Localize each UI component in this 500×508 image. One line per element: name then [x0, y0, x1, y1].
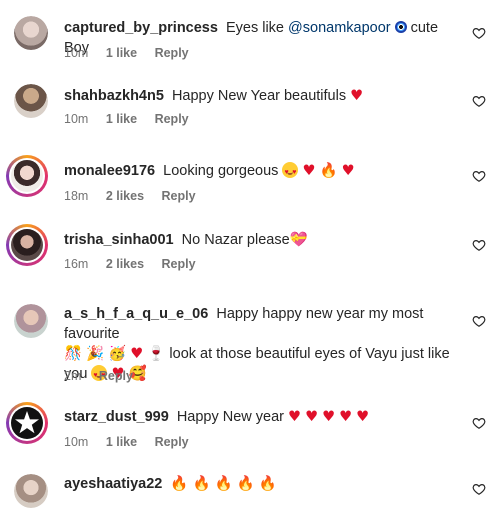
avatar[interactable] [14, 304, 48, 338]
red-heart-emoji: ♥ [350, 88, 364, 104]
avatar[interactable] [6, 402, 48, 444]
comment-username[interactable]: shahbazkh4n5 [64, 88, 164, 104]
comment-time: 16m [64, 257, 89, 271]
red-heart-emoji: ♥ [322, 409, 336, 425]
party-face-emoji: 🥳 [108, 346, 127, 362]
comment-mention[interactable]: @sonamkapoor [288, 20, 391, 36]
comment-text: No Nazar please [181, 232, 290, 248]
heart-outline-icon[interactable] [472, 169, 486, 183]
comment-text: look at those beautiful eyes of Vayu jus… [169, 346, 450, 362]
star-icon [15, 411, 39, 434]
reply-button[interactable]: Reply [155, 435, 189, 449]
comment-text: Looking gorgeous [163, 163, 279, 179]
heart-ribbon-emoji: 💝 [289, 232, 308, 248]
heart-outline-icon[interactable] [472, 238, 486, 252]
avatar[interactable] [14, 16, 48, 50]
comment-time: 2m [64, 369, 82, 383]
reply-button[interactable]: Reply [155, 112, 189, 126]
fire-emoji: 🔥 [319, 163, 338, 179]
comment-time: 10m [64, 435, 89, 449]
reply-button[interactable]: Reply [162, 257, 196, 271]
comment-text: Happy New year [176, 409, 284, 425]
fire-emoji: 🔥 [236, 476, 255, 492]
heart-outline-icon[interactable] [472, 314, 486, 328]
wine-glass-emoji: 🍷 [147, 346, 166, 362]
avatar[interactable] [6, 224, 48, 266]
reply-button[interactable]: Reply [162, 189, 196, 203]
heart-outline-icon[interactable] [472, 416, 486, 430]
party-popper-emoji: 🎉 [86, 346, 105, 362]
avatar[interactable] [14, 84, 48, 118]
avatar[interactable] [6, 155, 48, 197]
comment-time: 10m [64, 112, 89, 126]
red-heart-emoji: ♥ [356, 409, 370, 425]
heart-outline-icon[interactable] [472, 94, 486, 108]
fire-emoji: 🔥 [192, 476, 211, 492]
comment-username[interactable]: ayeshaatiya22 [64, 476, 162, 492]
avatar[interactable] [14, 474, 48, 508]
heart-outline-icon[interactable] [472, 26, 486, 40]
comment-likes[interactable]: 1 like [106, 112, 137, 126]
comment-meta: 10m 1 like Reply [64, 435, 203, 449]
comment-username[interactable]: trisha_sinha001 [64, 232, 174, 248]
comment-text: Happy New Year beautifuls [171, 88, 347, 104]
red-heart-emoji: ♥ [130, 346, 144, 362]
heart-outline-icon[interactable] [472, 482, 486, 496]
red-heart-emoji: ♥ [341, 163, 355, 179]
comment-meta: 16m 2 likes Reply [64, 257, 210, 271]
fire-emoji: 🔥 [214, 476, 233, 492]
comment-likes[interactable]: 2 likes [106, 257, 144, 271]
comment-likes[interactable]: 1 like [106, 435, 137, 449]
red-heart-emoji: ♥ [302, 163, 316, 179]
comment-time: 10m [64, 46, 89, 60]
comment-username[interactable]: a_s_h_f_a_q_u_e_06 [64, 306, 208, 322]
comment-username[interactable]: captured_by_princess [64, 20, 218, 36]
celebration-emoji: 🎊 [64, 346, 83, 362]
comment-meta: 10m 1 like Reply [64, 46, 203, 60]
reply-button[interactable]: Reply [155, 46, 189, 60]
comment-username[interactable]: starz_dust_999 [64, 409, 169, 425]
comment-meta: 10m 1 like Reply [64, 112, 203, 126]
red-heart-emoji: ♥ [339, 409, 353, 425]
comment-time: 18m [64, 189, 89, 203]
heart-eyes-emoji [282, 162, 299, 183]
nazar-amulet-icon [394, 21, 407, 33]
red-heart-emoji: ♥ [288, 409, 302, 425]
comment-likes[interactable]: 1 like [106, 46, 137, 60]
fire-emoji: 🔥 [258, 476, 277, 492]
fire-emoji: 🔥 [170, 476, 189, 492]
comment-meta: 2m Reply [64, 369, 147, 383]
reply-button[interactable]: Reply [99, 369, 133, 383]
comment-username[interactable]: monalee9176 [64, 163, 155, 179]
comment-meta: 18m 2 likes Reply [64, 189, 210, 203]
comment-likes[interactable]: 2 likes [106, 189, 144, 203]
comment-text: Eyes like [225, 20, 289, 36]
red-heart-emoji: ♥ [305, 409, 319, 425]
